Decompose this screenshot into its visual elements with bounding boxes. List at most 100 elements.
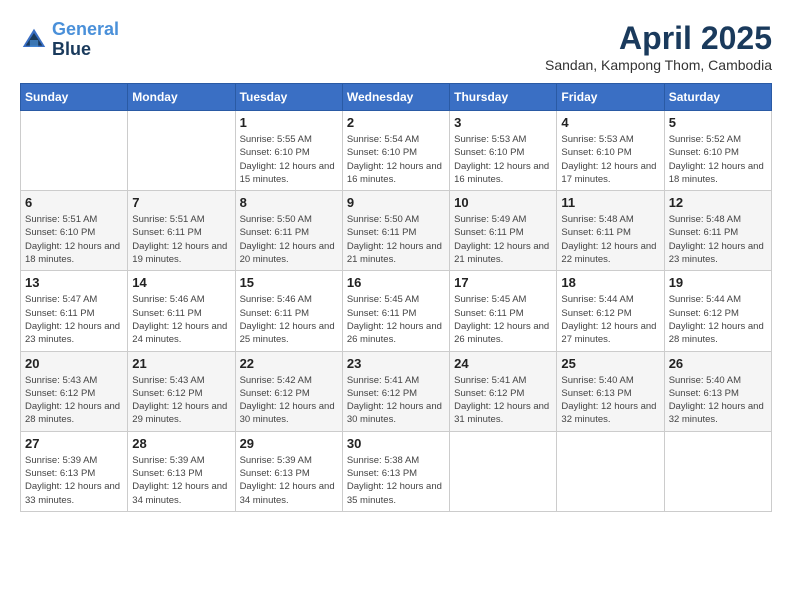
calendar-week-row: 6 Sunrise: 5:51 AM Sunset: 6:10 PM Daylig… xyxy=(21,191,772,271)
calendar-cell: 4 Sunrise: 5:53 AM Sunset: 6:10 PM Daylig… xyxy=(557,111,664,191)
calendar-cell: 24Sunrise: 5:41 AM Sunset: 6:12 PM Dayli… xyxy=(450,351,557,431)
day-info: Sunrise: 5:39 AM Sunset: 6:13 PM Dayligh… xyxy=(25,454,123,507)
location-subtitle: Sandan, Kampong Thom, Cambodia xyxy=(545,57,772,73)
day-number: 7 xyxy=(132,195,230,210)
day-number: 4 xyxy=(561,115,659,130)
day-number: 11 xyxy=(561,195,659,210)
col-header-saturday: Saturday xyxy=(664,84,771,111)
day-number: 29 xyxy=(240,436,338,451)
day-info: Sunrise: 5:44 AM Sunset: 6:12 PM Dayligh… xyxy=(561,293,659,346)
day-info: Sunrise: 5:50 AM Sunset: 6:11 PM Dayligh… xyxy=(347,213,445,266)
calendar-cell xyxy=(664,431,771,511)
day-number: 5 xyxy=(669,115,767,130)
calendar-cell: 10 Sunrise: 5:49 AM Sunset: 6:11 PM Dayli… xyxy=(450,191,557,271)
calendar-cell: 29 Sunrise: 5:39 AM Sunset: 6:13 PM Dayli… xyxy=(235,431,342,511)
calendar-cell: 25 Sunrise: 5:40 AM Sunset: 6:13 PM Dayli… xyxy=(557,351,664,431)
day-info: Sunrise: 5:41 AM Sunset: 6:12 PM Dayligh… xyxy=(454,374,552,427)
day-info: Sunrise: 5:39 AM Sunset: 6:13 PM Dayligh… xyxy=(240,454,338,507)
day-number: 2 xyxy=(347,115,445,130)
day-number: 20 xyxy=(25,356,123,371)
calendar-cell: 19 Sunrise: 5:44 AM Sunset: 6:12 PM Dayli… xyxy=(664,271,771,351)
calendar-cell: 1 Sunrise: 5:55 AM Sunset: 6:10 PM Daylig… xyxy=(235,111,342,191)
calendar-cell: 26 Sunrise: 5:40 AM Sunset: 6:13 PM Dayli… xyxy=(664,351,771,431)
logo-icon xyxy=(20,26,48,54)
calendar-cell: 15 Sunrise: 5:46 AM Sunset: 6:11 PM Dayli… xyxy=(235,271,342,351)
day-number: 18 xyxy=(561,275,659,290)
day-info: Sunrise: 5:44 AM Sunset: 6:12 PM Dayligh… xyxy=(669,293,767,346)
day-number: 1 xyxy=(240,115,338,130)
calendar-cell: 8 Sunrise: 5:50 AM Sunset: 6:11 PM Daylig… xyxy=(235,191,342,271)
col-header-wednesday: Wednesday xyxy=(342,84,449,111)
day-info: Sunrise: 5:45 AM Sunset: 6:11 PM Dayligh… xyxy=(347,293,445,346)
calendar-cell: 27 Sunrise: 5:39 AM Sunset: 6:13 PM Dayli… xyxy=(21,431,128,511)
day-number: 26 xyxy=(669,356,767,371)
day-info: Sunrise: 5:43 AM Sunset: 6:12 PM Dayligh… xyxy=(132,374,230,427)
day-info: Sunrise: 5:51 AM Sunset: 6:10 PM Dayligh… xyxy=(25,213,123,266)
logo-text: General Blue xyxy=(52,20,119,60)
calendar-cell: 13 Sunrise: 5:47 AM Sunset: 6:11 PM Dayli… xyxy=(21,271,128,351)
day-number: 9 xyxy=(347,195,445,210)
calendar-cell: 7 Sunrise: 5:51 AM Sunset: 6:11 PM Daylig… xyxy=(128,191,235,271)
calendar-cell: 28 Sunrise: 5:39 AM Sunset: 6:13 PM Dayli… xyxy=(128,431,235,511)
day-number: 8 xyxy=(240,195,338,210)
day-info: Sunrise: 5:38 AM Sunset: 6:13 PM Dayligh… xyxy=(347,454,445,507)
calendar-cell: 22 Sunrise: 5:42 AM Sunset: 6:12 PM Dayli… xyxy=(235,351,342,431)
title-block: April 2025 Sandan, Kampong Thom, Cambodi… xyxy=(545,20,772,73)
col-header-sunday: Sunday xyxy=(21,84,128,111)
calendar-cell: 11 Sunrise: 5:48 AM Sunset: 6:11 PM Dayli… xyxy=(557,191,664,271)
day-number: 13 xyxy=(25,275,123,290)
day-info: Sunrise: 5:46 AM Sunset: 6:11 PM Dayligh… xyxy=(240,293,338,346)
page-header: General Blue April 2025 Sandan, Kampong … xyxy=(20,20,772,73)
day-info: Sunrise: 5:48 AM Sunset: 6:11 PM Dayligh… xyxy=(669,213,767,266)
calendar-table: SundayMondayTuesdayWednesdayThursdayFrid… xyxy=(20,83,772,512)
day-number: 22 xyxy=(240,356,338,371)
day-info: Sunrise: 5:43 AM Sunset: 6:12 PM Dayligh… xyxy=(25,374,123,427)
calendar-cell xyxy=(128,111,235,191)
calendar-cell xyxy=(21,111,128,191)
calendar-cell: 30 Sunrise: 5:38 AM Sunset: 6:13 PM Dayli… xyxy=(342,431,449,511)
day-info: Sunrise: 5:47 AM Sunset: 6:11 PM Dayligh… xyxy=(25,293,123,346)
day-info: Sunrise: 5:52 AM Sunset: 6:10 PM Dayligh… xyxy=(669,133,767,186)
day-number: 14 xyxy=(132,275,230,290)
day-number: 6 xyxy=(25,195,123,210)
day-number: 25 xyxy=(561,356,659,371)
day-info: Sunrise: 5:51 AM Sunset: 6:11 PM Dayligh… xyxy=(132,213,230,266)
calendar-week-row: 1 Sunrise: 5:55 AM Sunset: 6:10 PM Daylig… xyxy=(21,111,772,191)
day-number: 27 xyxy=(25,436,123,451)
calendar-cell: 3 Sunrise: 5:53 AM Sunset: 6:10 PM Daylig… xyxy=(450,111,557,191)
day-info: Sunrise: 5:55 AM Sunset: 6:10 PM Dayligh… xyxy=(240,133,338,186)
day-info: Sunrise: 5:50 AM Sunset: 6:11 PM Dayligh… xyxy=(240,213,338,266)
day-info: Sunrise: 5:48 AM Sunset: 6:11 PM Dayligh… xyxy=(561,213,659,266)
calendar-cell: 17Sunrise: 5:45 AM Sunset: 6:11 PM Dayli… xyxy=(450,271,557,351)
calendar-cell xyxy=(450,431,557,511)
day-number: 19 xyxy=(669,275,767,290)
day-number: 30 xyxy=(347,436,445,451)
calendar-cell: 18 Sunrise: 5:44 AM Sunset: 6:12 PM Dayli… xyxy=(557,271,664,351)
day-info: Sunrise: 5:53 AM Sunset: 6:10 PM Dayligh… xyxy=(454,133,552,186)
day-number: 23 xyxy=(347,356,445,371)
day-number: 28 xyxy=(132,436,230,451)
day-info: Sunrise: 5:41 AM Sunset: 6:12 PM Dayligh… xyxy=(347,374,445,427)
day-number: 15 xyxy=(240,275,338,290)
day-number: 17 xyxy=(454,275,552,290)
calendar-week-row: 20 Sunrise: 5:43 AM Sunset: 6:12 PM Dayli… xyxy=(21,351,772,431)
calendar-cell: 6 Sunrise: 5:51 AM Sunset: 6:10 PM Daylig… xyxy=(21,191,128,271)
calendar-cell: 14Sunrise: 5:46 AM Sunset: 6:11 PM Dayli… xyxy=(128,271,235,351)
col-header-monday: Monday xyxy=(128,84,235,111)
calendar-cell: 9 Sunrise: 5:50 AM Sunset: 6:11 PM Daylig… xyxy=(342,191,449,271)
calendar-week-row: 13 Sunrise: 5:47 AM Sunset: 6:11 PM Dayli… xyxy=(21,271,772,351)
day-info: Sunrise: 5:40 AM Sunset: 6:13 PM Dayligh… xyxy=(561,374,659,427)
calendar-cell: 23 Sunrise: 5:41 AM Sunset: 6:12 PM Dayli… xyxy=(342,351,449,431)
day-info: Sunrise: 5:39 AM Sunset: 6:13 PM Dayligh… xyxy=(132,454,230,507)
calendar-week-row: 27 Sunrise: 5:39 AM Sunset: 6:13 PM Dayli… xyxy=(21,431,772,511)
calendar-cell: 2Sunrise: 5:54 AM Sunset: 6:10 PM Daylig… xyxy=(342,111,449,191)
calendar-cell xyxy=(557,431,664,511)
day-info: Sunrise: 5:42 AM Sunset: 6:12 PM Dayligh… xyxy=(240,374,338,427)
day-number: 21 xyxy=(132,356,230,371)
calendar-cell: 16Sunrise: 5:45 AM Sunset: 6:11 PM Dayli… xyxy=(342,271,449,351)
day-info: Sunrise: 5:49 AM Sunset: 6:11 PM Dayligh… xyxy=(454,213,552,266)
day-number: 3 xyxy=(454,115,552,130)
day-info: Sunrise: 5:53 AM Sunset: 6:10 PM Dayligh… xyxy=(561,133,659,186)
day-number: 10 xyxy=(454,195,552,210)
day-info: Sunrise: 5:40 AM Sunset: 6:13 PM Dayligh… xyxy=(669,374,767,427)
